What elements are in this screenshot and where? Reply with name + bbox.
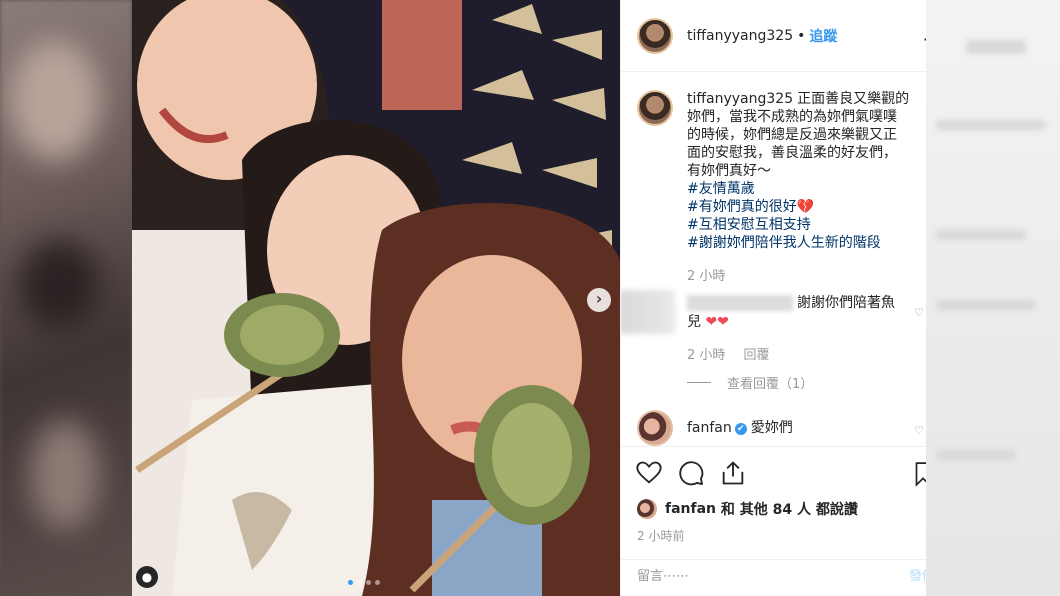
author-username[interactable]: tiffanyyang325 bbox=[687, 28, 793, 44]
caption-username[interactable]: tiffanyyang325 bbox=[687, 91, 793, 107]
post-comment-button[interactable]: 發佈 bbox=[909, 565, 926, 584]
post-sidebar: tiffanyyang325 • 追蹤 · tiffanyyang325正面善良… bbox=[620, 0, 926, 596]
blur-shape bbox=[936, 230, 1026, 240]
post-actions-section: fanfan 和 其他 84 人 都說讚 2 小時前 留言⋯⋯ 發佈 bbox=[621, 446, 926, 588]
post-photo[interactable]: › ● bbox=[132, 0, 620, 596]
blur-shape bbox=[936, 120, 1046, 130]
photo-illustration bbox=[132, 0, 620, 596]
blur-shape bbox=[936, 300, 1036, 310]
avatar bbox=[637, 499, 657, 519]
view-replies-button[interactable]: 查看回覆（1） bbox=[687, 373, 926, 392]
comment-text: 謝謝你們陪著魚兒 ❤❤ bbox=[687, 294, 899, 332]
blurred-avatar bbox=[621, 290, 675, 334]
avatar[interactable] bbox=[637, 90, 673, 126]
avatar[interactable] bbox=[637, 17, 673, 54]
comment-item: fanfan ✔ 愛妳們 ♡ bbox=[621, 392, 926, 446]
user-tag-icon[interactable]: ● bbox=[136, 566, 158, 588]
reply-button[interactable]: 回覆 bbox=[744, 348, 770, 363]
blurred-username bbox=[687, 295, 793, 311]
hashtag-text[interactable]: #有妳們真的很好 bbox=[687, 199, 797, 215]
add-comment-bar: 留言⋯⋯ 發佈 bbox=[621, 559, 926, 589]
post-caption: tiffanyyang325 正面善良又樂觀的妳們，當我不成熟的為妳們氣噗噗的時候… bbox=[621, 72, 926, 252]
heart-outline-icon[interactable]: ♡ bbox=[914, 306, 924, 319]
comment-icon[interactable] bbox=[677, 459, 705, 487]
heart-emoji: ❤❤ bbox=[705, 314, 729, 330]
likes-summary[interactable]: fanfan 和 其他 84 人 都說讚 bbox=[621, 487, 926, 519]
heart-outline-icon[interactable]: ♡ bbox=[914, 424, 924, 437]
carousel-dot bbox=[357, 580, 362, 585]
view-replies-label[interactable]: 查看回覆（1） bbox=[727, 373, 813, 392]
caption-text-block: tiffanyyang325 正面善良又樂觀的妳們，當我不成熟的為妳們氣噗噗的時候… bbox=[687, 90, 910, 252]
comment-input[interactable]: 留言⋯⋯ bbox=[637, 565, 689, 584]
follow-button[interactable]: 追蹤 bbox=[809, 26, 837, 46]
hashtag-link[interactable]: #友情萬歲 bbox=[687, 180, 910, 198]
share-icon[interactable] bbox=[719, 459, 747, 487]
action-bar bbox=[621, 447, 926, 487]
blur-shape bbox=[10, 40, 100, 160]
heart-icon[interactable] bbox=[635, 459, 663, 487]
blur-shape bbox=[966, 40, 1026, 54]
blur-shape bbox=[20, 240, 100, 330]
blur-shape bbox=[936, 450, 1016, 460]
comment-body: 愛妳們 bbox=[750, 420, 793, 436]
comment-username[interactable]: fanfan bbox=[687, 420, 732, 436]
carousel-dot bbox=[366, 580, 371, 585]
likes-count-text[interactable]: 和 其他 84 人 都說讚 bbox=[721, 499, 858, 519]
verified-badge-icon: ✔ bbox=[734, 423, 747, 435]
divider bbox=[687, 382, 711, 383]
caption-timestamp: 2 小時 bbox=[687, 269, 726, 284]
hashtag-link[interactable]: #謝謝妳們陪伴我人生新的階段 bbox=[687, 234, 910, 252]
comment-meta: 2 小時 回覆 bbox=[687, 344, 910, 363]
carousel-indicator bbox=[348, 580, 380, 585]
more-options-icon[interactable]: · bbox=[923, 30, 926, 49]
hashtag-link[interactable]: #有妳們真的很好💔 bbox=[687, 198, 910, 216]
comment-text: fanfan ✔ 愛妳們 bbox=[687, 410, 793, 446]
carousel-dot bbox=[348, 580, 353, 585]
blur-shape bbox=[30, 420, 100, 530]
post-timestamp: 2 小時前 bbox=[637, 529, 685, 543]
carousel-dot bbox=[375, 580, 380, 585]
hashtag-link[interactable]: #互相安慰互相支持 bbox=[687, 216, 910, 234]
comment-item: 謝謝你們陪著魚兒 ❤❤ 2 小時 回覆 ♡ bbox=[621, 284, 926, 363]
broken-heart-emoji: 💔 bbox=[796, 199, 815, 215]
avatar[interactable] bbox=[637, 410, 673, 446]
post-header: tiffanyyang325 • 追蹤 · bbox=[621, 0, 926, 72]
blurred-background-right bbox=[926, 0, 1060, 596]
comment-timestamp: 2 小時 bbox=[687, 348, 726, 363]
blurred-background-left bbox=[0, 0, 132, 596]
header-separator: • bbox=[797, 27, 806, 44]
next-slide-button[interactable]: › bbox=[587, 288, 611, 312]
likes-first-user[interactable]: fanfan bbox=[665, 501, 716, 517]
bookmark-icon[interactable] bbox=[913, 461, 926, 487]
